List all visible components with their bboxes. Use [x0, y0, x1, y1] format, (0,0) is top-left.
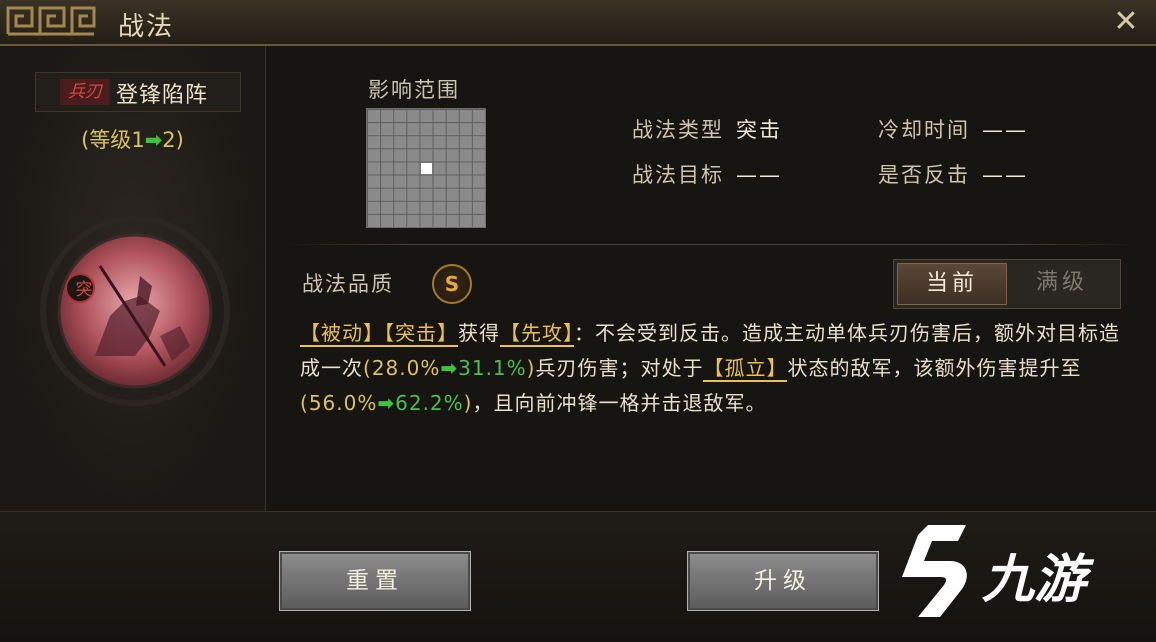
action-bar: 重置 升级 九游 [0, 511, 1156, 642]
upgrade-button[interactable]: 升级 [687, 551, 879, 611]
desc-text: 获得 [458, 321, 500, 345]
info-cooldown: 冷却时间 —— [878, 114, 1028, 144]
tab-current-level[interactable]: 当前 [897, 263, 1007, 305]
desc-text: 状态的敌军，该额外伤害提升至 [787, 356, 1082, 380]
close-icon[interactable]: ✕ [1110, 6, 1142, 38]
level-to: 2 [162, 128, 176, 152]
arrow-right-icon: ➡ [440, 356, 459, 380]
skill-overview-panel: 兵刃 登锋陷阵 (等级1➡2) 突 [0, 46, 266, 511]
window-title: 战法 [118, 12, 175, 42]
counterattack-value: —— [982, 163, 1028, 187]
info-skill-type: 战法类型 突击 [632, 114, 782, 144]
desc-paren: ( [300, 391, 309, 415]
skill-name: 登锋陷阵 [116, 83, 209, 108]
target-value: —— [736, 163, 782, 187]
damage-value-current: 28.0% [371, 356, 441, 380]
cooldown-value: —— [982, 118, 1028, 142]
cooldown-label: 冷却时间 [878, 118, 970, 142]
target-label: 战法目标 [632, 163, 724, 187]
tab-max-level[interactable]: 满级 [1008, 263, 1116, 303]
weapon-type-tag: 兵刃 [60, 79, 110, 105]
desc-text: 兵刃伤害；对处于 [535, 356, 704, 380]
quality-label: 战法品质 [302, 272, 394, 296]
keyword-first-strike[interactable]: 【先攻】 [500, 321, 574, 347]
title-bar: 战法 ✕ [0, 0, 1156, 46]
level-from: 1 [131, 128, 145, 152]
range-label: 影响范围 [368, 78, 460, 102]
jiuyou-logo-icon [902, 525, 967, 617]
fret-ornament-icon [6, 6, 96, 36]
keyword-passive[interactable]: 【被动】 [300, 321, 384, 347]
quality-grade-badge: S [432, 264, 472, 304]
bonus-value-current: 56.0% [308, 391, 378, 415]
skill-emblem-icon [40, 216, 230, 406]
counterattack-label: 是否反击 [878, 163, 970, 187]
range-grid [366, 108, 486, 228]
divider [286, 244, 1136, 245]
skill-type-label: 战法类型 [632, 118, 724, 142]
skill-description: 【被动】【突击】获得【先攻】：不会受到反击。造成主动单体兵刃伤害后，额外对目标造… [300, 316, 1130, 421]
level-prefix: (等级 [81, 128, 132, 152]
reset-button[interactable]: 重置 [279, 551, 471, 611]
skill-detail-panel: 影响范围 战法类型 突击 冷却时间 —— 战法目标 —— 是否反击 —— 战法品质 S … [266, 46, 1156, 511]
arrow-right-icon: ➡ [144, 128, 163, 152]
info-target: 战法目标 —— [632, 159, 782, 189]
level-suffix: ) [175, 128, 184, 152]
watermark-text: 九游 [982, 550, 1087, 610]
info-counterattack: 是否反击 —— [878, 159, 1028, 189]
skill-type-value: 突击 [736, 118, 782, 142]
range-center-cell [421, 163, 432, 174]
level-change: (等级1➡2) [0, 124, 265, 154]
keyword-isolated[interactable]: 【孤立】 [703, 356, 788, 382]
damage-value-next: 31.1% [458, 356, 527, 380]
bonus-value-next: 62.2% [395, 391, 464, 415]
skill-type-badge: 突 [75, 280, 93, 300]
watermark: 九游 [888, 517, 1128, 627]
desc-paren: ( [363, 356, 372, 380]
arrow-right-icon: ➡ [377, 391, 396, 415]
keyword-assault[interactable]: 【突击】 [384, 321, 458, 347]
desc-text: ，且向前冲锋一格并击退敌军。 [472, 391, 767, 415]
skill-name-box: 兵刃 登锋陷阵 [35, 72, 241, 112]
level-view-toggle: 当前 满级 [893, 259, 1121, 309]
